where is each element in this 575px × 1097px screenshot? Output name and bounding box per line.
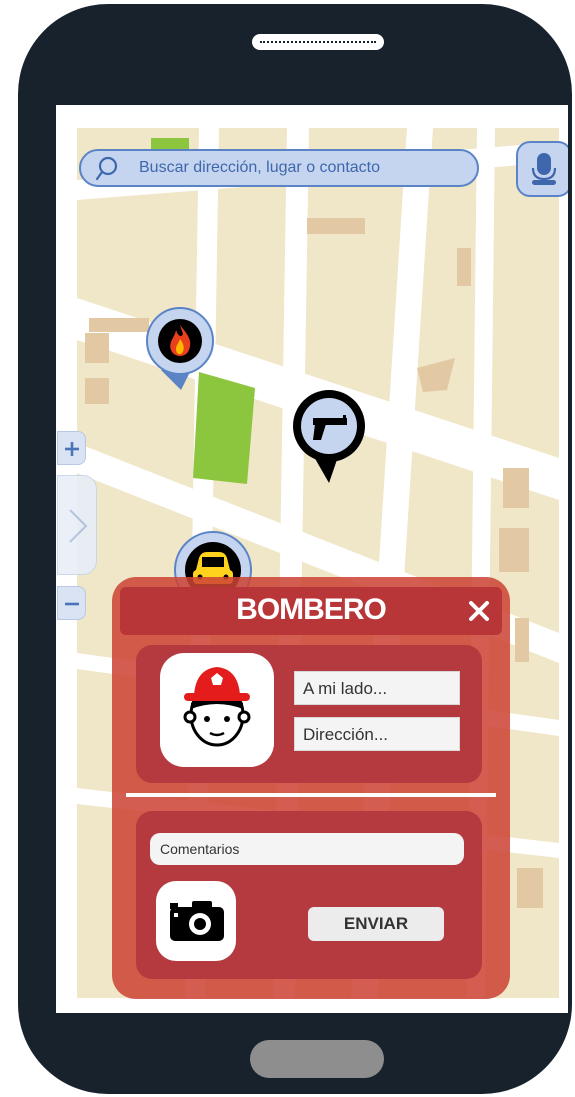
phone-frame: Buscar dirección, lugar o contacto BOMBE… — [18, 4, 572, 1094]
close-button[interactable] — [464, 596, 494, 626]
plus-icon — [65, 442, 79, 456]
dialog-title: BOMBERO — [236, 593, 387, 626]
microphone-button[interactable] — [516, 141, 568, 197]
search-bar[interactable]: Buscar dirección, lugar o contacto — [79, 149, 479, 187]
zoom-out-button[interactable] — [57, 586, 86, 620]
search-icon — [95, 156, 118, 181]
camera-button[interactable] — [156, 881, 236, 961]
nearby-field[interactable]: A mi lado... — [294, 671, 460, 705]
zoom-in-button[interactable] — [57, 431, 86, 465]
chevron-right-icon — [69, 509, 88, 543]
report-dialog: BOMBERO A mi lado... Dirección... Coment… — [112, 577, 510, 999]
firefighter-icon — [183, 667, 251, 747]
comments-field[interactable]: Comentarios — [150, 833, 464, 865]
screen: Buscar dirección, lugar o contacto BOMBE… — [56, 105, 568, 1013]
address-field[interactable]: Dirección... — [294, 717, 460, 751]
speaker-grille — [252, 34, 384, 50]
search-placeholder: Buscar dirección, lugar o contacto — [139, 159, 381, 176]
close-icon — [469, 601, 489, 621]
microphone-icon — [531, 153, 557, 185]
side-panel-toggle[interactable] — [57, 475, 97, 575]
camera-icon — [170, 901, 224, 941]
dialog-header: BOMBERO — [120, 587, 502, 635]
minus-icon — [65, 602, 79, 606]
divider — [126, 793, 496, 797]
home-button[interactable] — [250, 1040, 384, 1078]
avatar — [160, 653, 274, 767]
send-button[interactable]: ENVIAR — [308, 907, 444, 941]
